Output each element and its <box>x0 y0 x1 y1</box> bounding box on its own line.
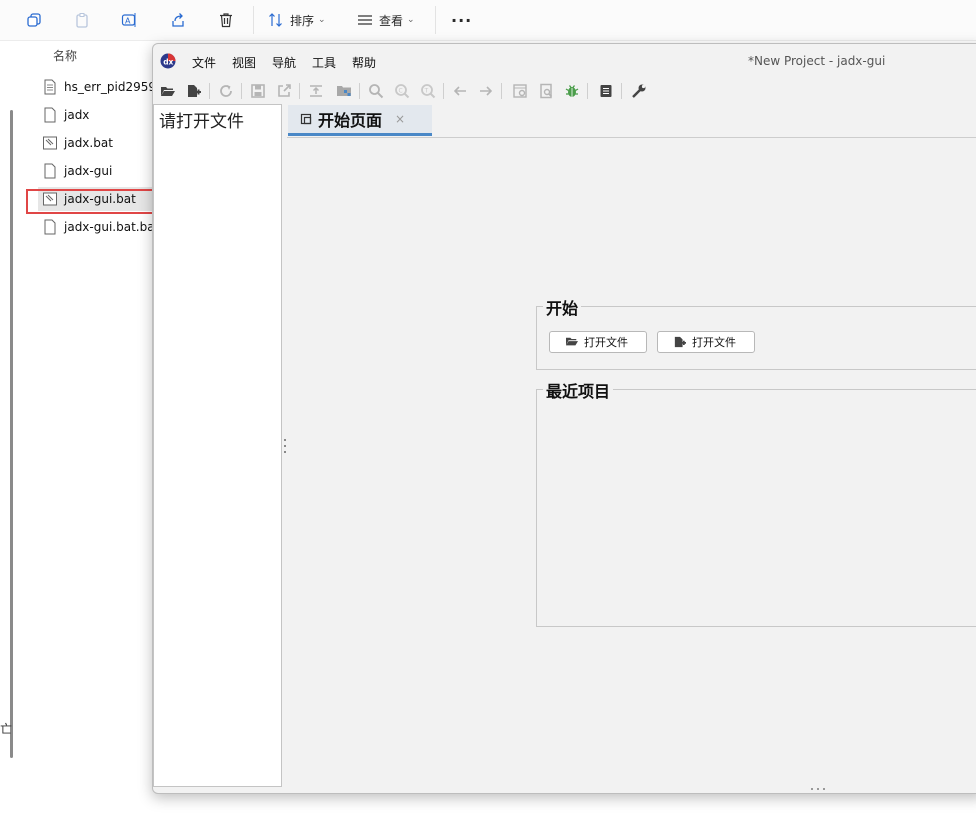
debug-bug-icon[interactable] <box>563 82 581 100</box>
search-class-icon[interactable]: C <box>393 82 411 100</box>
paste-icon[interactable] <box>74 8 90 32</box>
copy-icon[interactable] <box>26 8 42 32</box>
menu-bar: dx 文件 视图 导航 工具 帮助 *New Project - jadx-gu… <box>153 44 976 78</box>
sort-icon <box>269 13 282 27</box>
list-view-icon <box>358 15 372 25</box>
svg-text:C: C <box>399 88 403 95</box>
window-title: *New Project - jadx-gui <box>748 54 886 68</box>
nav-pane-edge-text: 亡 <box>0 722 13 736</box>
recent-projects-section: 最近项目 <box>536 378 976 627</box>
menu-file[interactable]: 文件 <box>192 54 216 71</box>
chevron-down-icon: ⌄ <box>318 15 326 25</box>
close-icon[interactable]: × <box>395 112 405 126</box>
menu-view[interactable]: 视图 <box>232 54 256 71</box>
jadx-logo-icon: dx <box>160 53 176 69</box>
explorer-toolbar: A 排序 ⌄ 查看 ⌄ ··· <box>0 0 976 41</box>
open-file-hint: 请打开文件 <box>159 112 244 132</box>
start-section-title: 开始 <box>543 295 582 319</box>
quark-report-icon[interactable] <box>537 82 555 100</box>
tab-label: 开始页面 <box>318 111 383 130</box>
svg-text:T: T <box>424 88 429 95</box>
scrollbar[interactable] <box>10 110 13 758</box>
save-icon[interactable] <box>249 82 267 100</box>
tab-start-page[interactable]: 开始页面 × <box>288 105 432 136</box>
highlight-annotation-box <box>26 189 164 214</box>
menu-help[interactable]: 帮助 <box>352 54 376 71</box>
file-icon <box>44 107 56 123</box>
open-folder-icon[interactable] <box>159 82 177 100</box>
forward-arrow-icon[interactable] <box>477 82 495 100</box>
file-name: hs_err_pid29592 <box>64 80 164 94</box>
log-viewer-icon[interactable] <box>597 82 615 100</box>
add-files-icon[interactable] <box>185 82 203 100</box>
sort-button[interactable]: 排序 ⌄ <box>268 8 326 32</box>
search-text-icon[interactable]: T <box>419 82 437 100</box>
more-options-button[interactable]: ··· <box>451 8 472 32</box>
search-icon[interactable] <box>367 82 385 100</box>
main-toolbar: C T <box>153 78 976 104</box>
rename-icon[interactable]: A <box>121 8 137 32</box>
back-arrow-icon[interactable] <box>451 82 469 100</box>
open-folder-icon <box>566 337 578 346</box>
export-icon[interactable] <box>275 82 293 100</box>
menu-tools[interactable]: 工具 <box>312 54 336 71</box>
delete-icon[interactable] <box>218 8 234 32</box>
open-project-button[interactable]: 打开文件 <box>657 331 755 353</box>
sync-tree-icon[interactable] <box>307 82 325 100</box>
svg-text:dx: dx <box>163 58 173 67</box>
file-icon <box>44 163 56 179</box>
view-label: 查看 <box>379 13 404 28</box>
flatten-packages-icon[interactable] <box>335 82 353 100</box>
batch-file-icon <box>43 136 57 150</box>
chevron-down-icon: ⌄ <box>407 15 415 25</box>
tab-bar: 开始页面 × <box>287 104 976 138</box>
menu-navigation[interactable]: 导航 <box>272 54 296 71</box>
name-column-header[interactable]: 名称 <box>53 47 77 64</box>
file-tree-panel[interactable]: 请打开文件 <box>153 104 282 787</box>
start-page-icon <box>300 113 312 125</box>
splitter-handle[interactable] <box>283 439 287 453</box>
resize-grip[interactable] <box>811 788 825 791</box>
file-name: jadx-gui.bat.bak <box>64 220 162 234</box>
text-file-icon <box>44 79 56 95</box>
svg-text:A: A <box>125 17 131 26</box>
file-name: jadx <box>64 108 90 122</box>
deobfuscation-icon[interactable] <box>511 82 529 100</box>
file-icon <box>44 219 56 235</box>
sort-label: 排序 <box>290 13 315 28</box>
file-name: jadx-gui <box>64 164 113 178</box>
jadx-gui-window: dx 文件 视图 导航 工具 帮助 *New Project - jadx-gu… <box>152 43 976 794</box>
open-file-label: 打开文件 <box>584 336 628 349</box>
start-section: 开始 打开文件 打开文件 <box>536 295 976 370</box>
preferences-wrench-icon[interactable] <box>630 82 648 100</box>
open-project-label: 打开文件 <box>692 336 736 349</box>
add-files-icon <box>674 336 686 348</box>
reload-icon[interactable] <box>217 82 235 100</box>
share-icon[interactable] <box>170 8 186 32</box>
recent-projects-title: 最近项目 <box>543 378 614 402</box>
file-name: jadx.bat <box>64 136 113 150</box>
open-file-button[interactable]: 打开文件 <box>549 331 647 353</box>
view-button[interactable]: 查看 ⌄ <box>357 8 415 32</box>
